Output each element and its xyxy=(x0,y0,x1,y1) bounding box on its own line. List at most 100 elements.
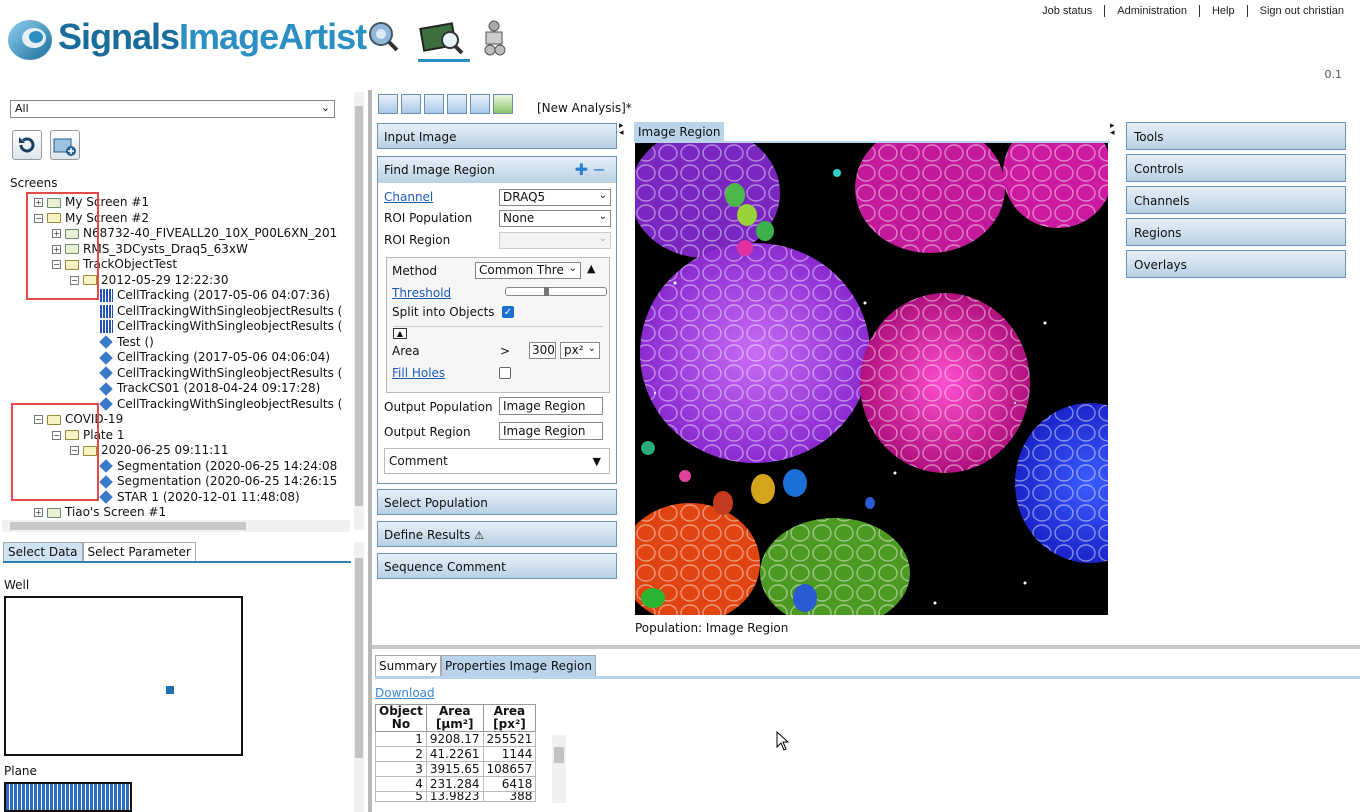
table-row[interactable]: 1 9208.17 255521 xyxy=(375,731,537,747)
tree-vertical-scrollbar[interactable] xyxy=(354,92,364,530)
help-link[interactable]: Help xyxy=(1200,5,1248,17)
area-unit-select[interactable]: px² ⌄ xyxy=(560,342,600,359)
comment-dropdown[interactable]: Comment ▼ xyxy=(384,448,610,474)
area-value-input[interactable]: 300 xyxy=(529,342,556,359)
cell-image-viewer[interactable] xyxy=(620,118,1165,628)
tree-item[interactable]: Segmentation (2020-06-25 14:24:08 xyxy=(99,459,337,474)
tree-item[interactable]: CellTrackingWithSingleobjectResults ( xyxy=(100,304,342,319)
tree-item[interactable]: + Tiao's Screen #1 xyxy=(34,505,166,520)
robot-icon[interactable] xyxy=(480,18,510,56)
collapse-up-icon[interactable]: ▲ xyxy=(587,262,595,275)
tree-item[interactable]: Segmentation (2020-06-25 14:26:15 xyxy=(99,474,337,489)
overlays-section[interactable]: Overlays xyxy=(1126,250,1346,278)
new-analysis-icon[interactable] xyxy=(378,94,398,114)
channels-section[interactable]: Channels xyxy=(1126,186,1346,214)
sign-out-link[interactable]: Sign out christian xyxy=(1248,5,1344,17)
plate-grid-icon xyxy=(100,320,113,333)
column-header[interactable]: Area [µm²] xyxy=(425,704,484,732)
tree-item-label: STAR 1 (2020-12-01 11:48:08) xyxy=(117,489,300,504)
selected-well-marker[interactable] xyxy=(166,686,174,694)
collapse-right-arrows-icon[interactable]: ▸ ◂ xyxy=(1110,122,1115,138)
find-image-region-header[interactable]: Find Image Region ✚ − xyxy=(378,157,616,183)
tools-section[interactable]: Tools xyxy=(1126,122,1346,150)
expand-icon[interactable]: + xyxy=(34,508,43,517)
regions-section[interactable]: Regions xyxy=(1126,218,1346,246)
threshold-slider[interactable] xyxy=(505,287,607,296)
input-image-section[interactable]: Input Image xyxy=(377,123,617,149)
tab-summary[interactable]: Summary xyxy=(375,655,441,676)
image-region-tab[interactable]: Image Region xyxy=(634,122,725,142)
tab-select-data[interactable]: Select Data xyxy=(3,542,83,561)
roi-region-select[interactable]: ⌄ xyxy=(499,232,611,249)
define-results-section[interactable]: Define Results ⚠ xyxy=(377,521,617,547)
job-status-link[interactable]: Job status xyxy=(1030,5,1106,17)
tree-item[interactable]: Test () xyxy=(99,334,154,350)
panel-divider[interactable] xyxy=(368,90,372,812)
analysis-icon xyxy=(99,490,113,504)
output-region-input[interactable]: Image Region xyxy=(499,422,603,440)
collapse-left-arrows-icon[interactable]: ▸ ◂ xyxy=(619,122,624,138)
screen-filter-value: All xyxy=(15,102,29,115)
tab-select-parameter[interactable]: Select Parameter xyxy=(82,542,196,561)
column-header[interactable]: Object No xyxy=(375,704,427,732)
save-analysis-icon[interactable] xyxy=(424,94,444,114)
tree-item[interactable]: STAR 1 (2020-12-01 11:48:08) xyxy=(99,489,300,505)
output-population-input[interactable]: Image Region xyxy=(499,397,603,415)
fill-holes-checkbox[interactable] xyxy=(499,367,511,379)
tree-item[interactable]: CellTrackingWithSingleobjectResults ( xyxy=(99,366,342,381)
well-selector[interactable] xyxy=(4,596,243,756)
image-analysis-icon[interactable] xyxy=(418,18,470,62)
tree-horizontal-scrollbar[interactable] xyxy=(2,520,350,532)
add-folder-button[interactable] xyxy=(50,130,80,160)
analysis-icon xyxy=(99,459,113,473)
table-row[interactable]: 4 231.284 6418 xyxy=(375,776,537,792)
table-row[interactable]: 3 3915.65 108657 xyxy=(375,761,537,777)
data-tabs: Select Data Select Parameter xyxy=(3,542,351,563)
threshold-slider-thumb[interactable] xyxy=(544,287,549,296)
find-image-region-panel: Find Image Region ✚ − Channel DRAQ5 ⌄ ROI… xyxy=(377,156,617,484)
controls-section[interactable]: Controls xyxy=(1126,154,1346,182)
method-select[interactable]: Common Thre ⌄ xyxy=(475,262,581,279)
app-logo: SignalsImageArtist xyxy=(6,10,367,66)
area-label: Area xyxy=(392,344,420,358)
comment-label: Comment xyxy=(389,454,448,468)
collapse-up-icon[interactable]: ▲ xyxy=(393,328,407,339)
data-vertical-scrollbar[interactable] xyxy=(354,542,364,812)
plane-selector[interactable] xyxy=(4,782,132,812)
run-arrow-icon[interactable] xyxy=(493,94,513,114)
tree-item[interactable]: CellTrackingWithSingleobjectResults ( xyxy=(99,397,342,412)
table-row[interactable]: 2 41.2261 1144 xyxy=(375,746,537,762)
table-row[interactable]: 5 13.9823 388 xyxy=(375,791,537,802)
refresh-button[interactable] xyxy=(12,130,42,160)
channel-link[interactable]: Channel xyxy=(384,190,433,204)
search-globe-icon[interactable] xyxy=(366,18,400,56)
add-icon[interactable]: ✚ xyxy=(575,160,588,179)
tree-item-label: N68732-40_FIVEALL20_10X_P00L6XN_201 xyxy=(83,226,338,240)
column-header[interactable]: Area [px²] xyxy=(482,704,537,732)
tree-item-label: Test () xyxy=(117,334,154,349)
fill-holes-link[interactable]: Fill Holes xyxy=(392,366,445,380)
sequence-comment-section[interactable]: Sequence Comment xyxy=(377,553,617,579)
method-value: Common Thre xyxy=(479,263,564,277)
screens-label: Screens xyxy=(10,176,58,190)
channel-select[interactable]: DRAQ5 ⌄ xyxy=(499,189,611,206)
select-population-section[interactable]: Select Population xyxy=(377,489,617,515)
split-objects-checkbox[interactable]: ✓ xyxy=(502,306,514,318)
open-analysis-icon[interactable] xyxy=(401,94,421,114)
roi-population-select[interactable]: None ⌄ xyxy=(499,210,611,227)
print-icon[interactable] xyxy=(470,94,490,114)
tree-item[interactable]: CellTracking (2017-05-06 04:06:04) xyxy=(99,350,330,365)
administration-link[interactable]: Administration xyxy=(1105,5,1200,17)
screen-filter-select[interactable]: All ⌄ xyxy=(10,100,335,118)
remove-icon[interactable]: − xyxy=(593,160,606,179)
tab-properties-image-region[interactable]: Properties Image Region xyxy=(441,655,596,676)
export-icon[interactable] xyxy=(447,94,467,114)
table-vertical-scrollbar[interactable] xyxy=(552,735,566,803)
table-cell: 388 xyxy=(482,791,537,802)
threshold-link[interactable]: Threshold xyxy=(392,286,451,300)
tree-item[interactable]: CellTrackingWithSingleobjectResults ( xyxy=(100,319,342,334)
tree-item[interactable]: CellTracking (2017-05-06 04:07:36) xyxy=(100,288,330,303)
download-link[interactable]: Download xyxy=(375,686,435,700)
tree-item[interactable]: TrackCS01 (2018-04-24 09:17:28) xyxy=(99,381,320,396)
horizontal-splitter[interactable] xyxy=(372,645,1360,649)
